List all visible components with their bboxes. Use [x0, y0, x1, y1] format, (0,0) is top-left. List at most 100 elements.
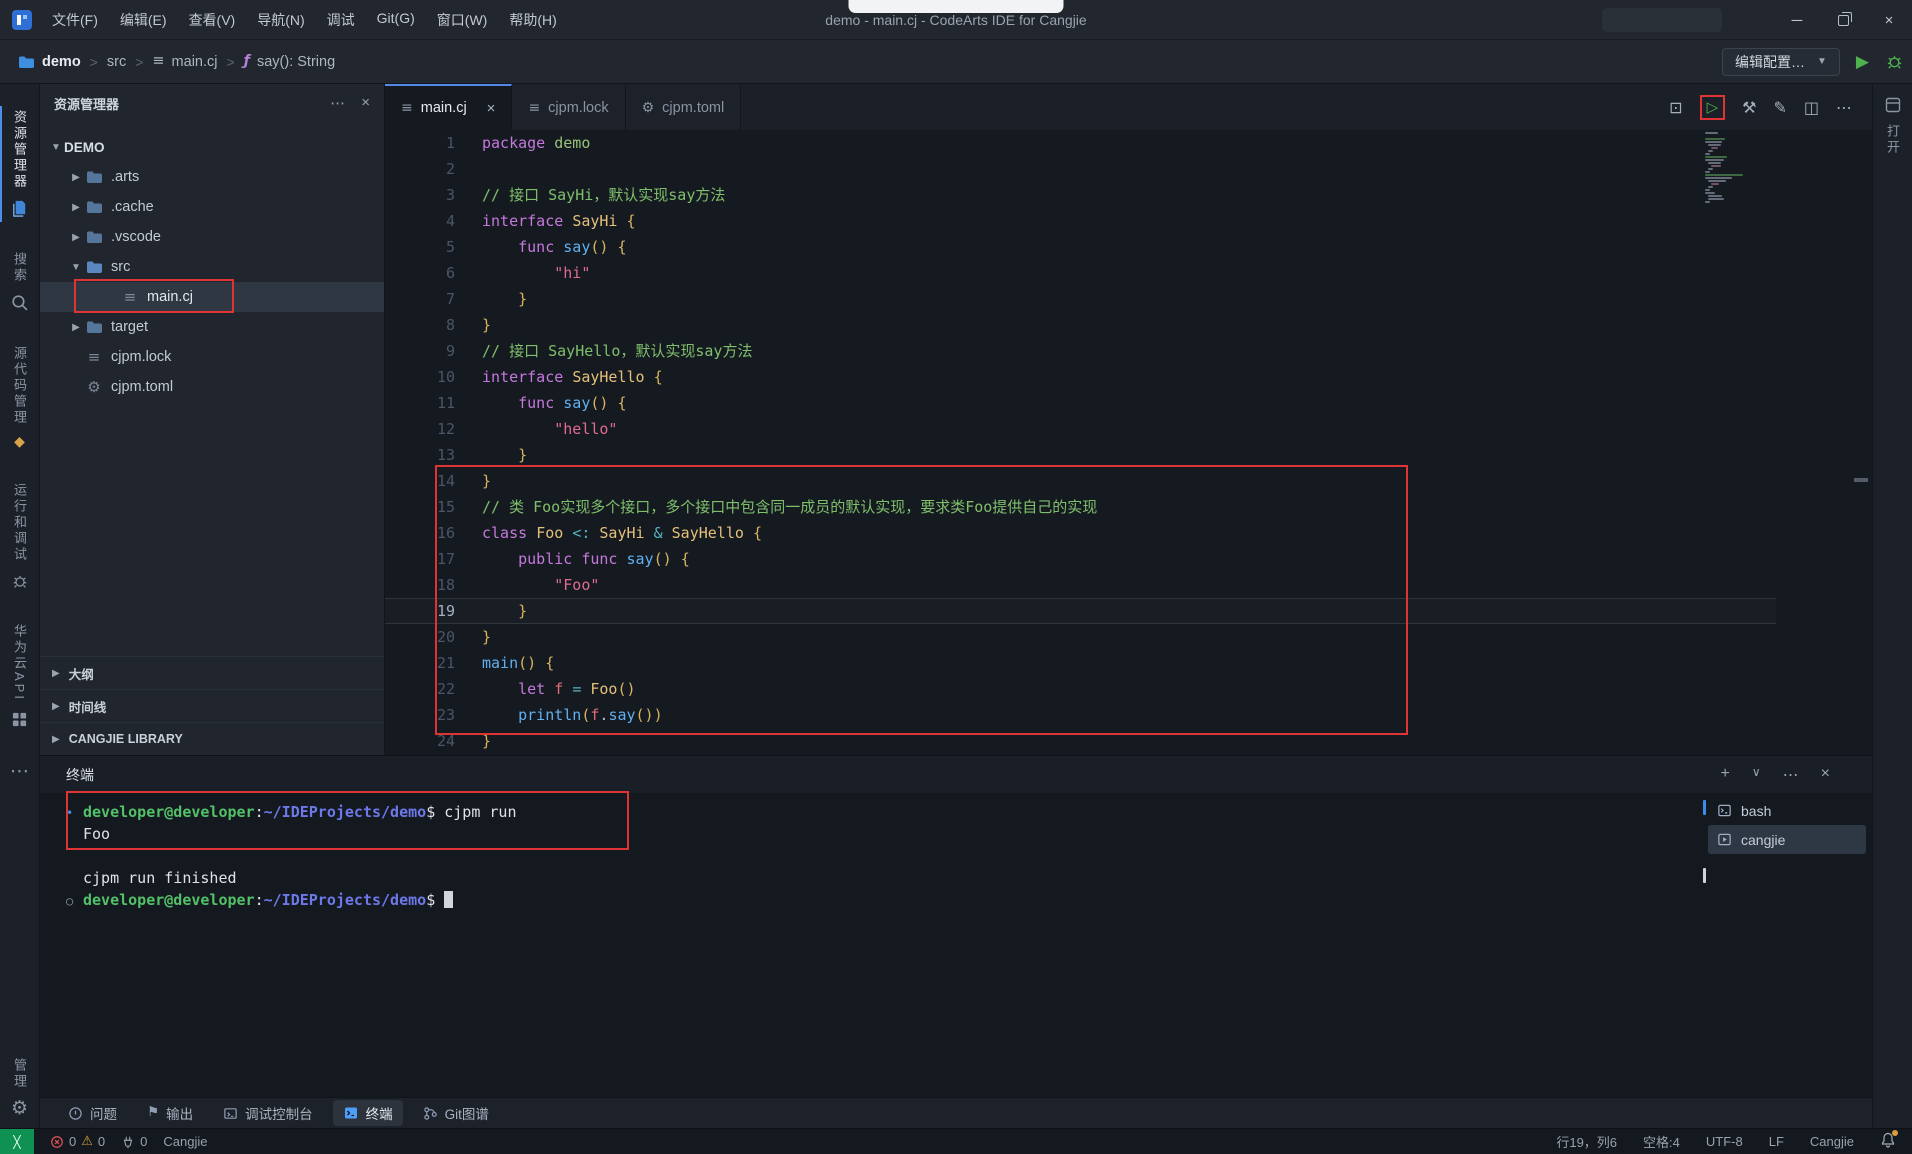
editor-tab-main.cj[interactable]: ≡ main.cj ×	[385, 84, 513, 130]
tree-item-.vscode[interactable]: ▶ .vscode	[40, 222, 384, 252]
activity-item-华为云API[interactable]: 华为云API	[0, 624, 40, 728]
menu-item-1[interactable]: 编辑(E)	[110, 6, 177, 34]
menu-item-6[interactable]: 窗口(W)	[427, 6, 498, 34]
notifications-bell-icon[interactable]	[1880, 1130, 1898, 1151]
activity-item-运行和调试[interactable]: 运行和调试	[0, 483, 40, 590]
tree-item-.cache[interactable]: ▶ .cache	[40, 192, 384, 222]
build-hammer-icon[interactable]: ⚒	[1742, 98, 1756, 117]
more-actions-icon[interactable]: ⋯	[330, 94, 345, 112]
tree-item-label: src	[111, 259, 131, 275]
ports-status[interactable]: 0	[121, 1134, 147, 1149]
run-config-dropdown[interactable]: 编辑配置… ▼	[1722, 47, 1840, 76]
more-actions-icon[interactable]: ⋯	[1836, 98, 1852, 117]
status-item-2[interactable]: UTF-8	[1706, 1134, 1743, 1149]
sidebar-section-CANGJIE LIBRARY[interactable]: ▶ CANGJIE LIBRARY	[40, 722, 384, 755]
line-number: 21	[436, 654, 455, 672]
activity-item-源代码管理[interactable]: 源代码管理 ◆	[0, 346, 40, 449]
terminal-icon	[343, 1105, 359, 1121]
code-line: }	[518, 446, 528, 464]
restore-button[interactable]	[1820, 0, 1866, 40]
minimize-button[interactable]: ─	[1774, 0, 1820, 40]
tree-item-src[interactable]: ▼ src	[40, 252, 384, 282]
tree-chevron-icon: ▶	[72, 231, 80, 243]
api-grid-icon	[11, 711, 28, 728]
panel-tab-Git图谱[interactable]: Git图谱	[413, 1100, 499, 1126]
panel-tab-输出[interactable]: ⚑ 输出	[137, 1100, 203, 1126]
minimap-line	[1705, 192, 1715, 194]
line-number: 4	[445, 212, 455, 230]
language-status[interactable]: Cangjie	[163, 1134, 207, 1149]
scrollbar-marker[interactable]	[1854, 478, 1868, 482]
line-number: 22	[436, 680, 455, 698]
remote-indicator[interactable]: ╳	[0, 1129, 34, 1154]
minimap[interactable]	[1705, 132, 1793, 652]
breadcrumb-bar: demo > src > ≡ main.cj > ƒ say(): String 编辑配置… ▼ …	[0, 40, 1912, 84]
code-line: let f = Foo()	[518, 680, 636, 698]
run-button[interactable]: ▶	[1856, 52, 1869, 72]
terminal-instance-bash[interactable]: bash	[1708, 796, 1866, 825]
titlebar-widget[interactable]	[1602, 8, 1722, 32]
sidebar-section-大纲[interactable]: ▶ 大纲	[40, 656, 384, 689]
edit-pencil-icon[interactable]: ✎	[1773, 98, 1786, 117]
panel-tab-问题[interactable]: 问题	[58, 1100, 127, 1126]
minimap-line	[1705, 156, 1727, 158]
tree-item-main.cj[interactable]: ≡ main.cj	[40, 282, 384, 312]
debug-bug-icon[interactable]	[1885, 52, 1904, 71]
editor-tab-cjpm.toml[interactable]: ⚙ cjpm.toml	[625, 84, 742, 130]
activity-item-资源管理器[interactable]: 资源管理器	[0, 106, 40, 222]
activity-item-more[interactable]: ⋯	[0, 761, 40, 781]
menu-item-2[interactable]: 查看(V)	[179, 6, 246, 34]
sidebar-section-时间线[interactable]: ▶ 时间线	[40, 689, 384, 722]
tree-item-.arts[interactable]: ▶ .arts	[40, 162, 384, 192]
close-button[interactable]: ×	[1866, 0, 1912, 40]
close-sidebar-icon[interactable]: ×	[361, 94, 370, 112]
status-item-0[interactable]: 行19，列6	[1556, 1132, 1617, 1151]
line-number: 15	[436, 498, 455, 516]
run-file-button[interactable]: ▷	[1699, 94, 1726, 120]
tree-item-DEMO[interactable]: ▼ DEMO	[40, 132, 384, 162]
code-line: class Foo <: SayHi & SayHello {	[482, 524, 762, 542]
activity-manage[interactable]: 管理 ⚙	[0, 1058, 40, 1118]
terminal-instance-list: bash cangjie	[1708, 796, 1866, 854]
breadcrumb-item-1[interactable]: src	[107, 54, 126, 70]
split-editor-icon[interactable]: ◫	[1804, 98, 1819, 117]
panel-tab-调试控制台[interactable]: 调试控制台	[213, 1100, 323, 1126]
right-panel-icon[interactable]	[1884, 96, 1902, 114]
menu-item-5[interactable]: Git(G)	[367, 6, 425, 34]
terminal-output[interactable]: • developer@developer:~/IDEProjects/demo$…	[66, 801, 1652, 1093]
line-number: 2	[445, 160, 455, 178]
more-actions-icon[interactable]: ⋯	[1783, 765, 1799, 784]
code-line: }	[482, 732, 492, 750]
menu-item-4[interactable]: 调试	[317, 6, 365, 34]
menu-item-7[interactable]: 帮助(H)	[499, 6, 566, 34]
titlebar-notch	[848, 0, 1064, 13]
editor-tab-cjpm.lock[interactable]: ≡ cjpm.lock	[512, 84, 626, 130]
new-terminal-icon[interactable]: +	[1721, 765, 1730, 784]
close-tab-icon[interactable]: ×	[487, 100, 496, 117]
code-line: interface SayHello {	[482, 368, 663, 386]
code-line: }	[482, 628, 492, 646]
panel-tab-终端[interactable]: 终端	[332, 1100, 403, 1126]
terminal-picker-icon[interactable]: ∨	[1752, 765, 1761, 784]
problems-status[interactable]: 0 ⚠ 0	[50, 1134, 105, 1149]
breadcrumb-item-0[interactable]: demo	[18, 54, 81, 70]
open-preview-icon[interactable]: ⊡	[1669, 98, 1682, 117]
file-tree: ▼ DEMO ▶ .arts ▶ .cache ▶ .vscode ▼ src ≡ main.cj ▶ t…	[40, 132, 384, 402]
activity-item-搜索[interactable]: 搜索	[0, 252, 40, 312]
tree-item-cjpm.toml[interactable]: ⚙ cjpm.toml	[40, 372, 384, 402]
status-item-4[interactable]: Cangjie	[1810, 1134, 1854, 1149]
breadcrumb-item-3[interactable]: ƒ say(): String	[244, 54, 335, 70]
minimap-line	[1708, 162, 1722, 164]
tree-item-target[interactable]: ▶ target	[40, 312, 384, 342]
code-editor[interactable]: 1 2 3 4 5 6 7 8 9 10 11 12 13 14 15 16 17 18 19 20 21 22 23 24 …	[385, 130, 1872, 755]
folder-icon	[84, 170, 104, 184]
status-item-1[interactable]: 空格:4	[1643, 1132, 1680, 1151]
tree-item-cjpm.lock[interactable]: ≡ cjpm.lock	[40, 342, 384, 372]
right-panel-label[interactable]: 打开	[1883, 124, 1902, 156]
close-panel-icon[interactable]: ×	[1821, 765, 1830, 784]
menu-item-0[interactable]: 文件(F)	[42, 6, 108, 34]
terminal-instance-cangjie[interactable]: cangjie	[1708, 825, 1866, 854]
menu-item-3[interactable]: 导航(N)	[247, 6, 314, 34]
breadcrumb-item-2[interactable]: ≡ main.cj	[152, 54, 217, 70]
status-item-3[interactable]: LF	[1769, 1134, 1784, 1149]
